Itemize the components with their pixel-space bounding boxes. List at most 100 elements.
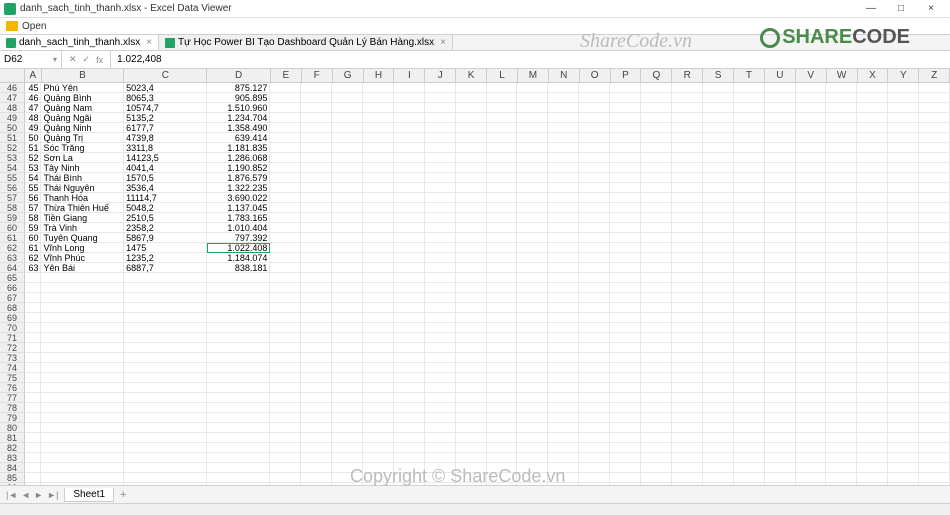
cell[interactable] bbox=[888, 173, 919, 183]
cell[interactable] bbox=[394, 93, 425, 103]
cell[interactable] bbox=[919, 173, 950, 183]
cell[interactable] bbox=[888, 433, 919, 443]
cell[interactable] bbox=[672, 93, 703, 103]
cell[interactable] bbox=[41, 273, 124, 283]
cell[interactable] bbox=[857, 373, 888, 383]
open-button[interactable]: Open bbox=[22, 21, 46, 32]
cell[interactable] bbox=[796, 153, 827, 163]
cell[interactable] bbox=[888, 113, 919, 123]
cell[interactable] bbox=[796, 83, 827, 93]
tab-active[interactable]: danh_sach_tinh_thanh.xlsx × bbox=[0, 35, 159, 50]
cell[interactable] bbox=[610, 443, 641, 453]
cell[interactable]: 1.010.404 bbox=[207, 223, 271, 233]
cell[interactable] bbox=[610, 233, 641, 243]
cell[interactable] bbox=[41, 463, 124, 473]
cell[interactable] bbox=[270, 143, 301, 153]
cell[interactable] bbox=[124, 333, 207, 343]
row-header[interactable]: 48 bbox=[0, 103, 25, 113]
cell[interactable] bbox=[796, 123, 827, 133]
cell[interactable] bbox=[672, 293, 703, 303]
cell[interactable] bbox=[548, 283, 579, 293]
cell[interactable] bbox=[641, 243, 672, 253]
cell[interactable] bbox=[41, 283, 124, 293]
cell[interactable] bbox=[579, 293, 610, 303]
cell[interactable] bbox=[888, 293, 919, 303]
cell[interactable] bbox=[765, 353, 796, 363]
cell[interactable] bbox=[270, 183, 301, 193]
cell[interactable] bbox=[41, 443, 124, 453]
cell[interactable] bbox=[487, 403, 518, 413]
cell[interactable] bbox=[857, 363, 888, 373]
cell[interactable] bbox=[487, 103, 518, 113]
cell[interactable] bbox=[641, 413, 672, 423]
row-header[interactable]: 66 bbox=[0, 283, 25, 293]
cell[interactable] bbox=[703, 233, 734, 243]
row-header[interactable]: 62 bbox=[0, 243, 25, 253]
cell[interactable] bbox=[672, 343, 703, 353]
cell[interactable] bbox=[610, 323, 641, 333]
cell[interactable]: 58 bbox=[25, 213, 42, 223]
cell[interactable] bbox=[919, 443, 950, 453]
cell[interactable] bbox=[703, 433, 734, 443]
cell[interactable] bbox=[332, 293, 363, 303]
cell[interactable] bbox=[332, 153, 363, 163]
cell[interactable] bbox=[734, 123, 765, 133]
cell[interactable] bbox=[456, 303, 487, 313]
cell[interactable] bbox=[548, 363, 579, 373]
cell[interactable] bbox=[765, 423, 796, 433]
cell[interactable] bbox=[25, 323, 42, 333]
cell[interactable] bbox=[703, 283, 734, 293]
column-header[interactable]: L bbox=[487, 69, 518, 82]
cell[interactable] bbox=[579, 303, 610, 313]
cell[interactable] bbox=[765, 193, 796, 203]
row-header[interactable]: 68 bbox=[0, 303, 25, 313]
cell[interactable] bbox=[610, 433, 641, 443]
cell[interactable] bbox=[425, 243, 456, 253]
cell[interactable] bbox=[888, 473, 919, 483]
cell[interactable] bbox=[363, 83, 394, 93]
cell[interactable] bbox=[919, 203, 950, 213]
cell[interactable] bbox=[456, 363, 487, 373]
cell[interactable] bbox=[301, 243, 332, 253]
cell[interactable] bbox=[672, 113, 703, 123]
cell[interactable] bbox=[124, 293, 207, 303]
cell[interactable] bbox=[734, 193, 765, 203]
cell[interactable] bbox=[734, 303, 765, 313]
row-header[interactable]: 82 bbox=[0, 443, 25, 453]
cell[interactable] bbox=[25, 293, 42, 303]
cell[interactable] bbox=[25, 343, 42, 353]
cell[interactable] bbox=[41, 473, 124, 483]
cell[interactable]: 51 bbox=[25, 143, 42, 153]
cell[interactable] bbox=[301, 453, 332, 463]
cell[interactable] bbox=[672, 403, 703, 413]
cell[interactable] bbox=[919, 193, 950, 203]
cell[interactable] bbox=[919, 473, 950, 483]
cell[interactable] bbox=[796, 393, 827, 403]
cell[interactable] bbox=[363, 123, 394, 133]
cell[interactable] bbox=[579, 423, 610, 433]
cell[interactable] bbox=[425, 83, 456, 93]
cell[interactable] bbox=[796, 293, 827, 303]
cell[interactable] bbox=[425, 173, 456, 183]
row-header[interactable]: 74 bbox=[0, 363, 25, 373]
cell[interactable] bbox=[888, 243, 919, 253]
cell[interactable] bbox=[610, 343, 641, 353]
cell[interactable] bbox=[826, 233, 857, 243]
cell[interactable] bbox=[301, 333, 332, 343]
cell[interactable] bbox=[579, 313, 610, 323]
cell[interactable] bbox=[456, 133, 487, 143]
cell[interactable] bbox=[672, 223, 703, 233]
cell[interactable] bbox=[425, 203, 456, 213]
cell[interactable] bbox=[672, 383, 703, 393]
cell[interactable] bbox=[888, 123, 919, 133]
cell[interactable] bbox=[207, 363, 271, 373]
cell[interactable] bbox=[703, 413, 734, 423]
cell[interactable] bbox=[826, 453, 857, 463]
cell[interactable] bbox=[579, 343, 610, 353]
cell[interactable] bbox=[456, 293, 487, 303]
cell[interactable] bbox=[207, 343, 271, 353]
cell[interactable] bbox=[394, 183, 425, 193]
cell[interactable]: 56 bbox=[25, 193, 42, 203]
cell[interactable] bbox=[207, 433, 271, 443]
cell[interactable] bbox=[425, 323, 456, 333]
